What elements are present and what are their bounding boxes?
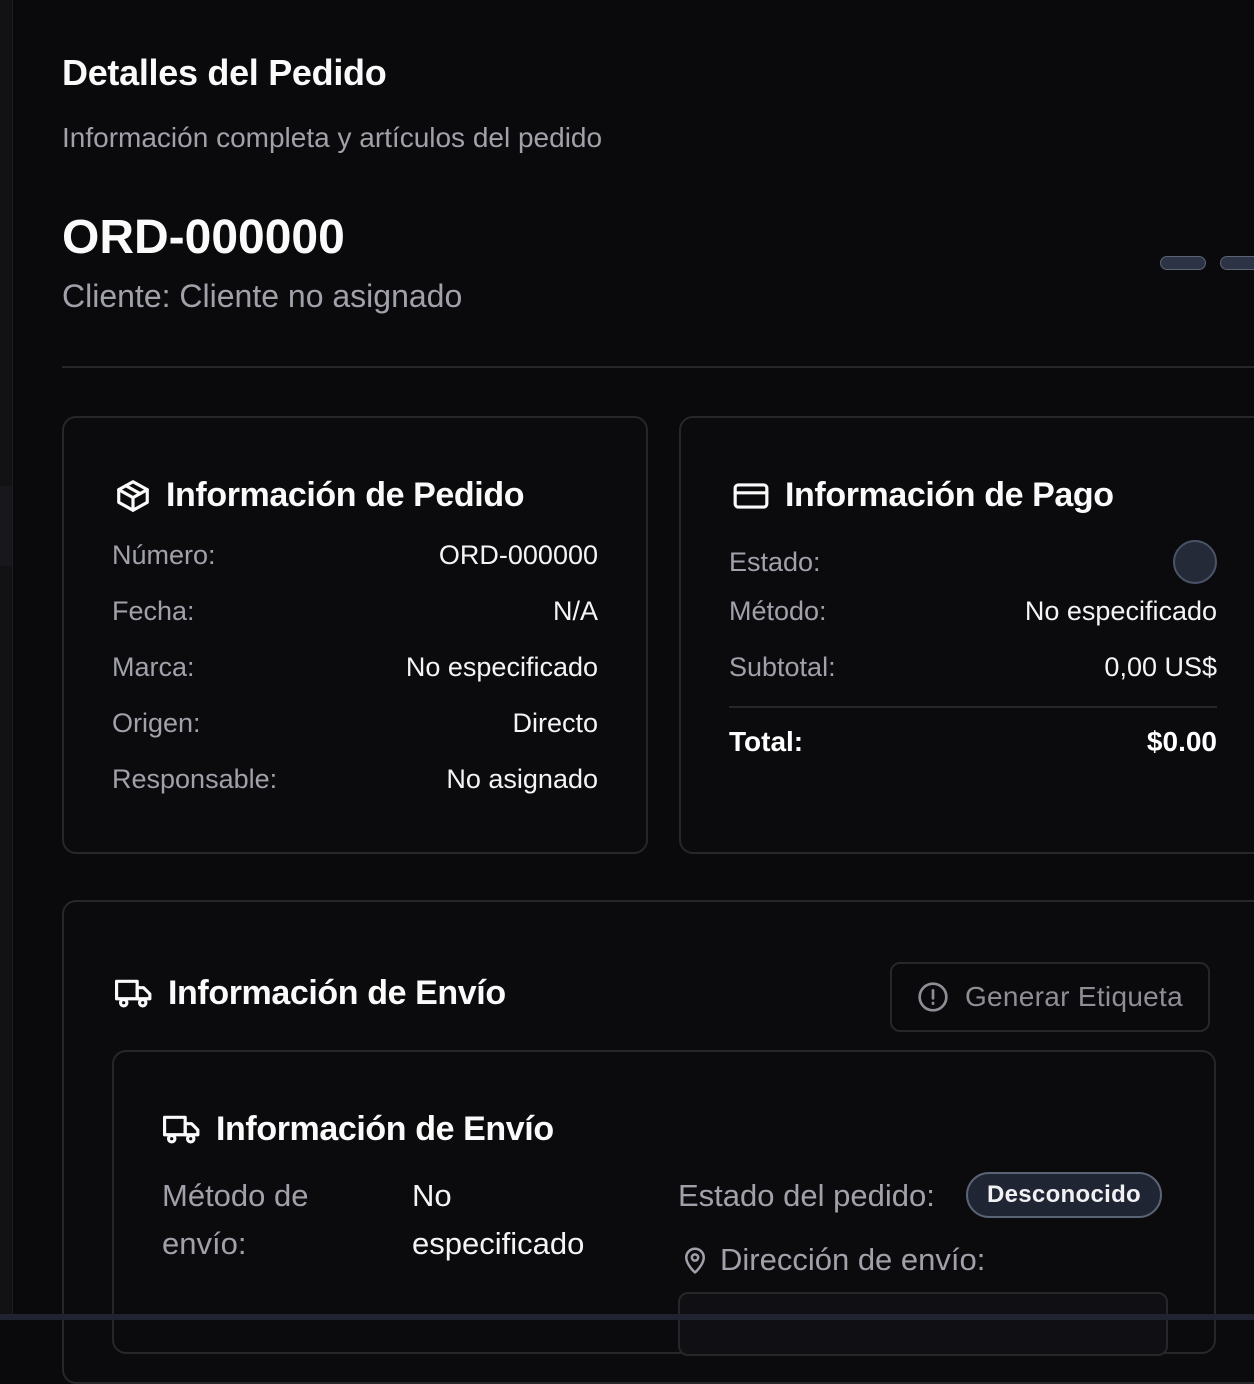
shipping-address-label-text: Dirección de envío: xyxy=(720,1242,986,1277)
order-row-value: No especificado xyxy=(405,652,598,682)
order-row-label: Responsable: xyxy=(112,764,278,794)
payment-info-card: Información de Pago Estado: Método: No es… xyxy=(679,416,1254,854)
shipping-address-label: Dirección de envío: xyxy=(680,1236,985,1284)
order-row-label: Origen: xyxy=(112,708,201,738)
shipping-detail-title-text: Información de Envío xyxy=(216,1110,554,1148)
truck-icon xyxy=(115,979,152,1007)
order-row-value: No asignado xyxy=(446,764,598,794)
payment-method-value: No especificado xyxy=(1024,596,1217,626)
order-info-title-text: Información de Pedido xyxy=(166,476,525,514)
order-row-label: Fecha: xyxy=(112,596,195,626)
bottom-edge xyxy=(0,1314,1254,1320)
header-divider xyxy=(62,366,1254,368)
order-info-title: Información de Pedido xyxy=(114,476,524,515)
payment-row-subtotal: Subtotal: 0,00 US$ xyxy=(729,652,1217,683)
generate-label-text: Generar Etiqueta xyxy=(964,981,1184,1012)
order-row-number: Número: ORD-000000 xyxy=(112,540,598,571)
map-pin-icon xyxy=(685,1247,705,1274)
payment-total-label: Total: xyxy=(729,726,804,757)
payment-row-method: Método: No especificado xyxy=(729,596,1217,627)
payment-method-label: Método: xyxy=(729,596,827,626)
payment-total-divider xyxy=(729,706,1217,708)
status-pill-secondary[interactable] xyxy=(1220,256,1254,270)
shipping-method-label: Método de envío: xyxy=(162,1172,309,1268)
client-line: Cliente: Cliente no asignado xyxy=(62,278,463,314)
backdrop-notch xyxy=(0,486,12,566)
order-row-brand: Marca: No especificado xyxy=(112,652,598,683)
payment-subtotal-value: 0,00 US$ xyxy=(1104,652,1217,682)
order-row-value: ORD-000000 xyxy=(438,540,598,570)
order-row-label: Número: xyxy=(112,540,216,570)
order-row-responsible: Responsable: No asignado xyxy=(112,764,598,795)
shipping-info-title: Información de Envío xyxy=(114,974,506,1013)
shipping-method-value: No especificado xyxy=(412,1172,584,1268)
shipping-method-value-line: No xyxy=(412,1178,452,1213)
payment-status-label: Estado: xyxy=(729,546,821,577)
payment-row-status: Estado: xyxy=(729,540,1217,584)
payment-total-value: $0.00 xyxy=(1146,726,1217,757)
payment-status-indicator xyxy=(1173,540,1217,584)
generate-label-button[interactable]: Generar Etiqueta xyxy=(890,962,1210,1032)
payment-info-title: Información de Pago xyxy=(731,476,1114,515)
shipping-method-label-line: Método de xyxy=(162,1178,309,1213)
shipping-method-value-line: especificado xyxy=(412,1226,585,1261)
shipping-info-title-text: Información de Envío xyxy=(168,974,506,1012)
order-row-label: Marca: xyxy=(112,652,195,682)
shipping-detail-title: Información de Envío xyxy=(162,1110,554,1149)
payment-info-title-text: Información de Pago xyxy=(785,476,1114,514)
order-status-label: Estado del pedido: xyxy=(678,1178,935,1213)
modal-subtitle: Información completa y artículos del ped… xyxy=(62,122,603,153)
order-status-badge: Desconocido xyxy=(966,1172,1162,1218)
payment-row-total: Total: $0.00 xyxy=(729,726,1217,758)
order-number-heading: ORD-000000 xyxy=(62,211,345,264)
order-row-value: Directo xyxy=(512,708,598,738)
truck-icon xyxy=(163,1115,200,1143)
order-row-date: Fecha: N/A xyxy=(112,596,598,627)
status-pill[interactable] xyxy=(1160,256,1206,270)
payment-subtotal-label: Subtotal: xyxy=(729,652,836,682)
alert-circle-icon xyxy=(918,982,948,1012)
package-icon xyxy=(117,479,149,512)
credit-card-icon xyxy=(733,482,769,509)
order-row-value: N/A xyxy=(552,596,598,626)
order-row-origin: Origen: Directo xyxy=(112,708,598,739)
shipping-method-label-line: envío: xyxy=(162,1226,247,1261)
backdrop-edge xyxy=(0,0,13,1320)
shipping-address-box xyxy=(678,1292,1168,1356)
order-info-card: Información de Pedido Número: ORD-000000 … xyxy=(62,416,648,854)
modal-title: Detalles del Pedido xyxy=(62,52,387,93)
